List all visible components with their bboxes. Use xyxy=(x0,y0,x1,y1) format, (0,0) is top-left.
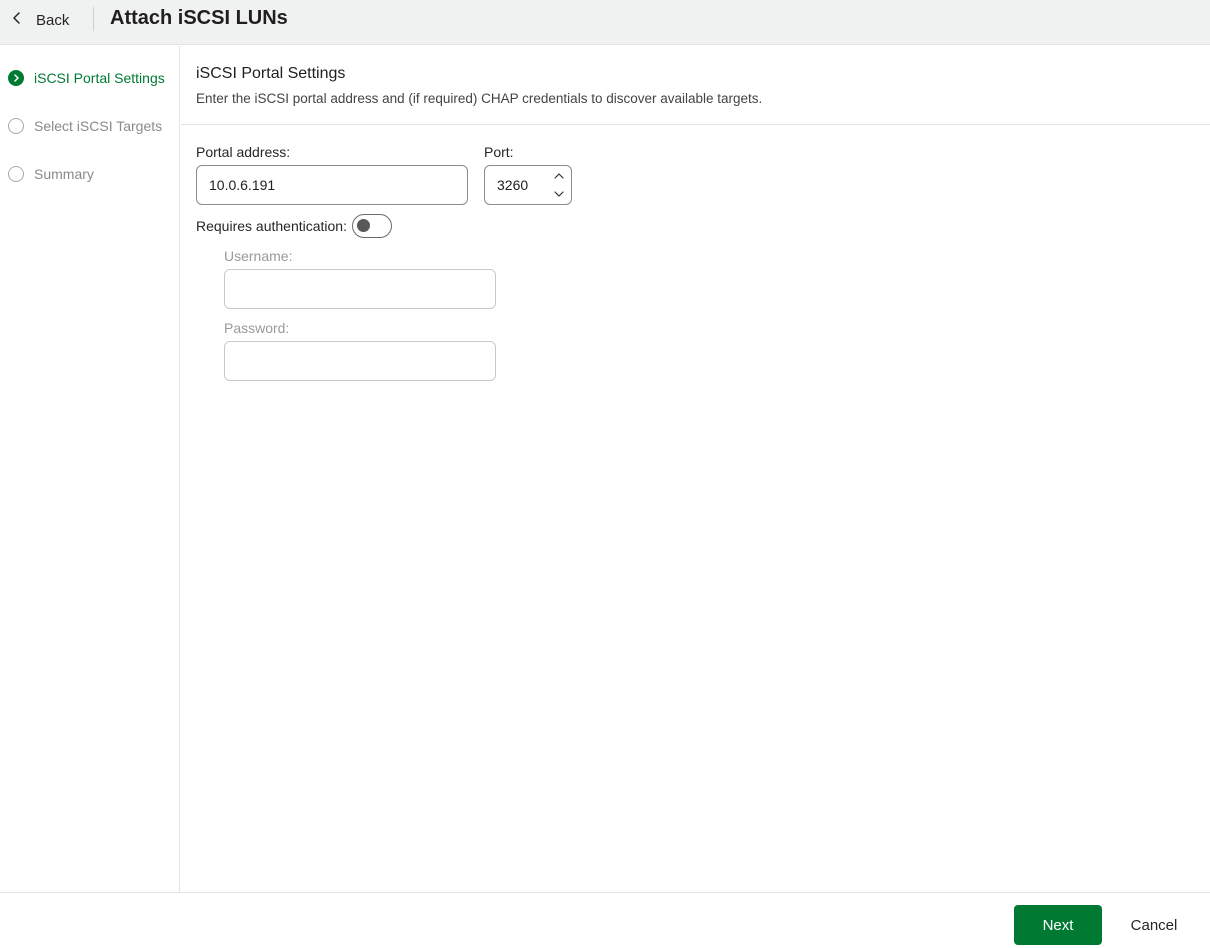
password-field[interactable] xyxy=(224,341,496,381)
cancel-button[interactable]: Cancel xyxy=(1116,905,1192,945)
portal-address-input[interactable]: 10.0.6.191 xyxy=(196,165,468,205)
port-label: Port: xyxy=(484,144,514,160)
port-stepper[interactable]: 3260 xyxy=(484,165,572,205)
next-button[interactable]: Next xyxy=(1014,905,1102,945)
portal-address-label: Portal address: xyxy=(196,144,291,160)
username-field[interactable] xyxy=(224,269,496,309)
footer: Next Cancel xyxy=(0,892,1210,948)
port-value: 3260 xyxy=(497,177,529,193)
page-title: Attach iSCSI LUNs xyxy=(110,7,288,29)
step-select-iscsi-targets[interactable]: Select iSCSI Targets xyxy=(8,114,162,138)
back-button[interactable]: Back xyxy=(10,8,69,32)
empty-circle-icon xyxy=(8,166,24,182)
chevron-right-icon xyxy=(8,70,24,86)
port-spinner xyxy=(551,168,567,202)
main-content: iSCSI Portal Settings Enter the iSCSI po… xyxy=(181,46,1210,892)
section-title: iSCSI Portal Settings xyxy=(196,65,346,82)
step-label: iSCSI Portal Settings xyxy=(34,70,165,86)
step-label: Select iSCSI Targets xyxy=(34,118,163,134)
section-divider xyxy=(181,124,1210,125)
username-label: Username: xyxy=(224,248,293,264)
chevron-left-icon xyxy=(10,11,24,30)
section-description: Enter the iSCSI portal address and (if r… xyxy=(196,91,763,106)
portal-address-value: 10.0.6.191 xyxy=(209,177,276,193)
step-label: Summary xyxy=(34,166,94,182)
chevron-up-icon[interactable] xyxy=(551,168,567,184)
toggle-knob xyxy=(357,219,370,232)
step-summary[interactable]: Summary xyxy=(8,162,94,186)
password-label: Password: xyxy=(224,320,290,336)
header-divider xyxy=(93,7,94,31)
empty-circle-icon xyxy=(8,118,24,134)
requires-auth-toggle[interactable] xyxy=(352,214,392,238)
chevron-down-icon[interactable] xyxy=(551,186,567,202)
top-bar: Back Attach iSCSI LUNs xyxy=(0,0,1210,45)
step-iscsi-portal-settings[interactable]: iSCSI Portal Settings xyxy=(8,66,165,90)
requires-auth-label: Requires authentication: xyxy=(196,218,347,234)
back-label: Back xyxy=(36,11,70,29)
wizard-sidebar: iSCSI Portal Settings Select iSCSI Targe… xyxy=(0,46,180,892)
